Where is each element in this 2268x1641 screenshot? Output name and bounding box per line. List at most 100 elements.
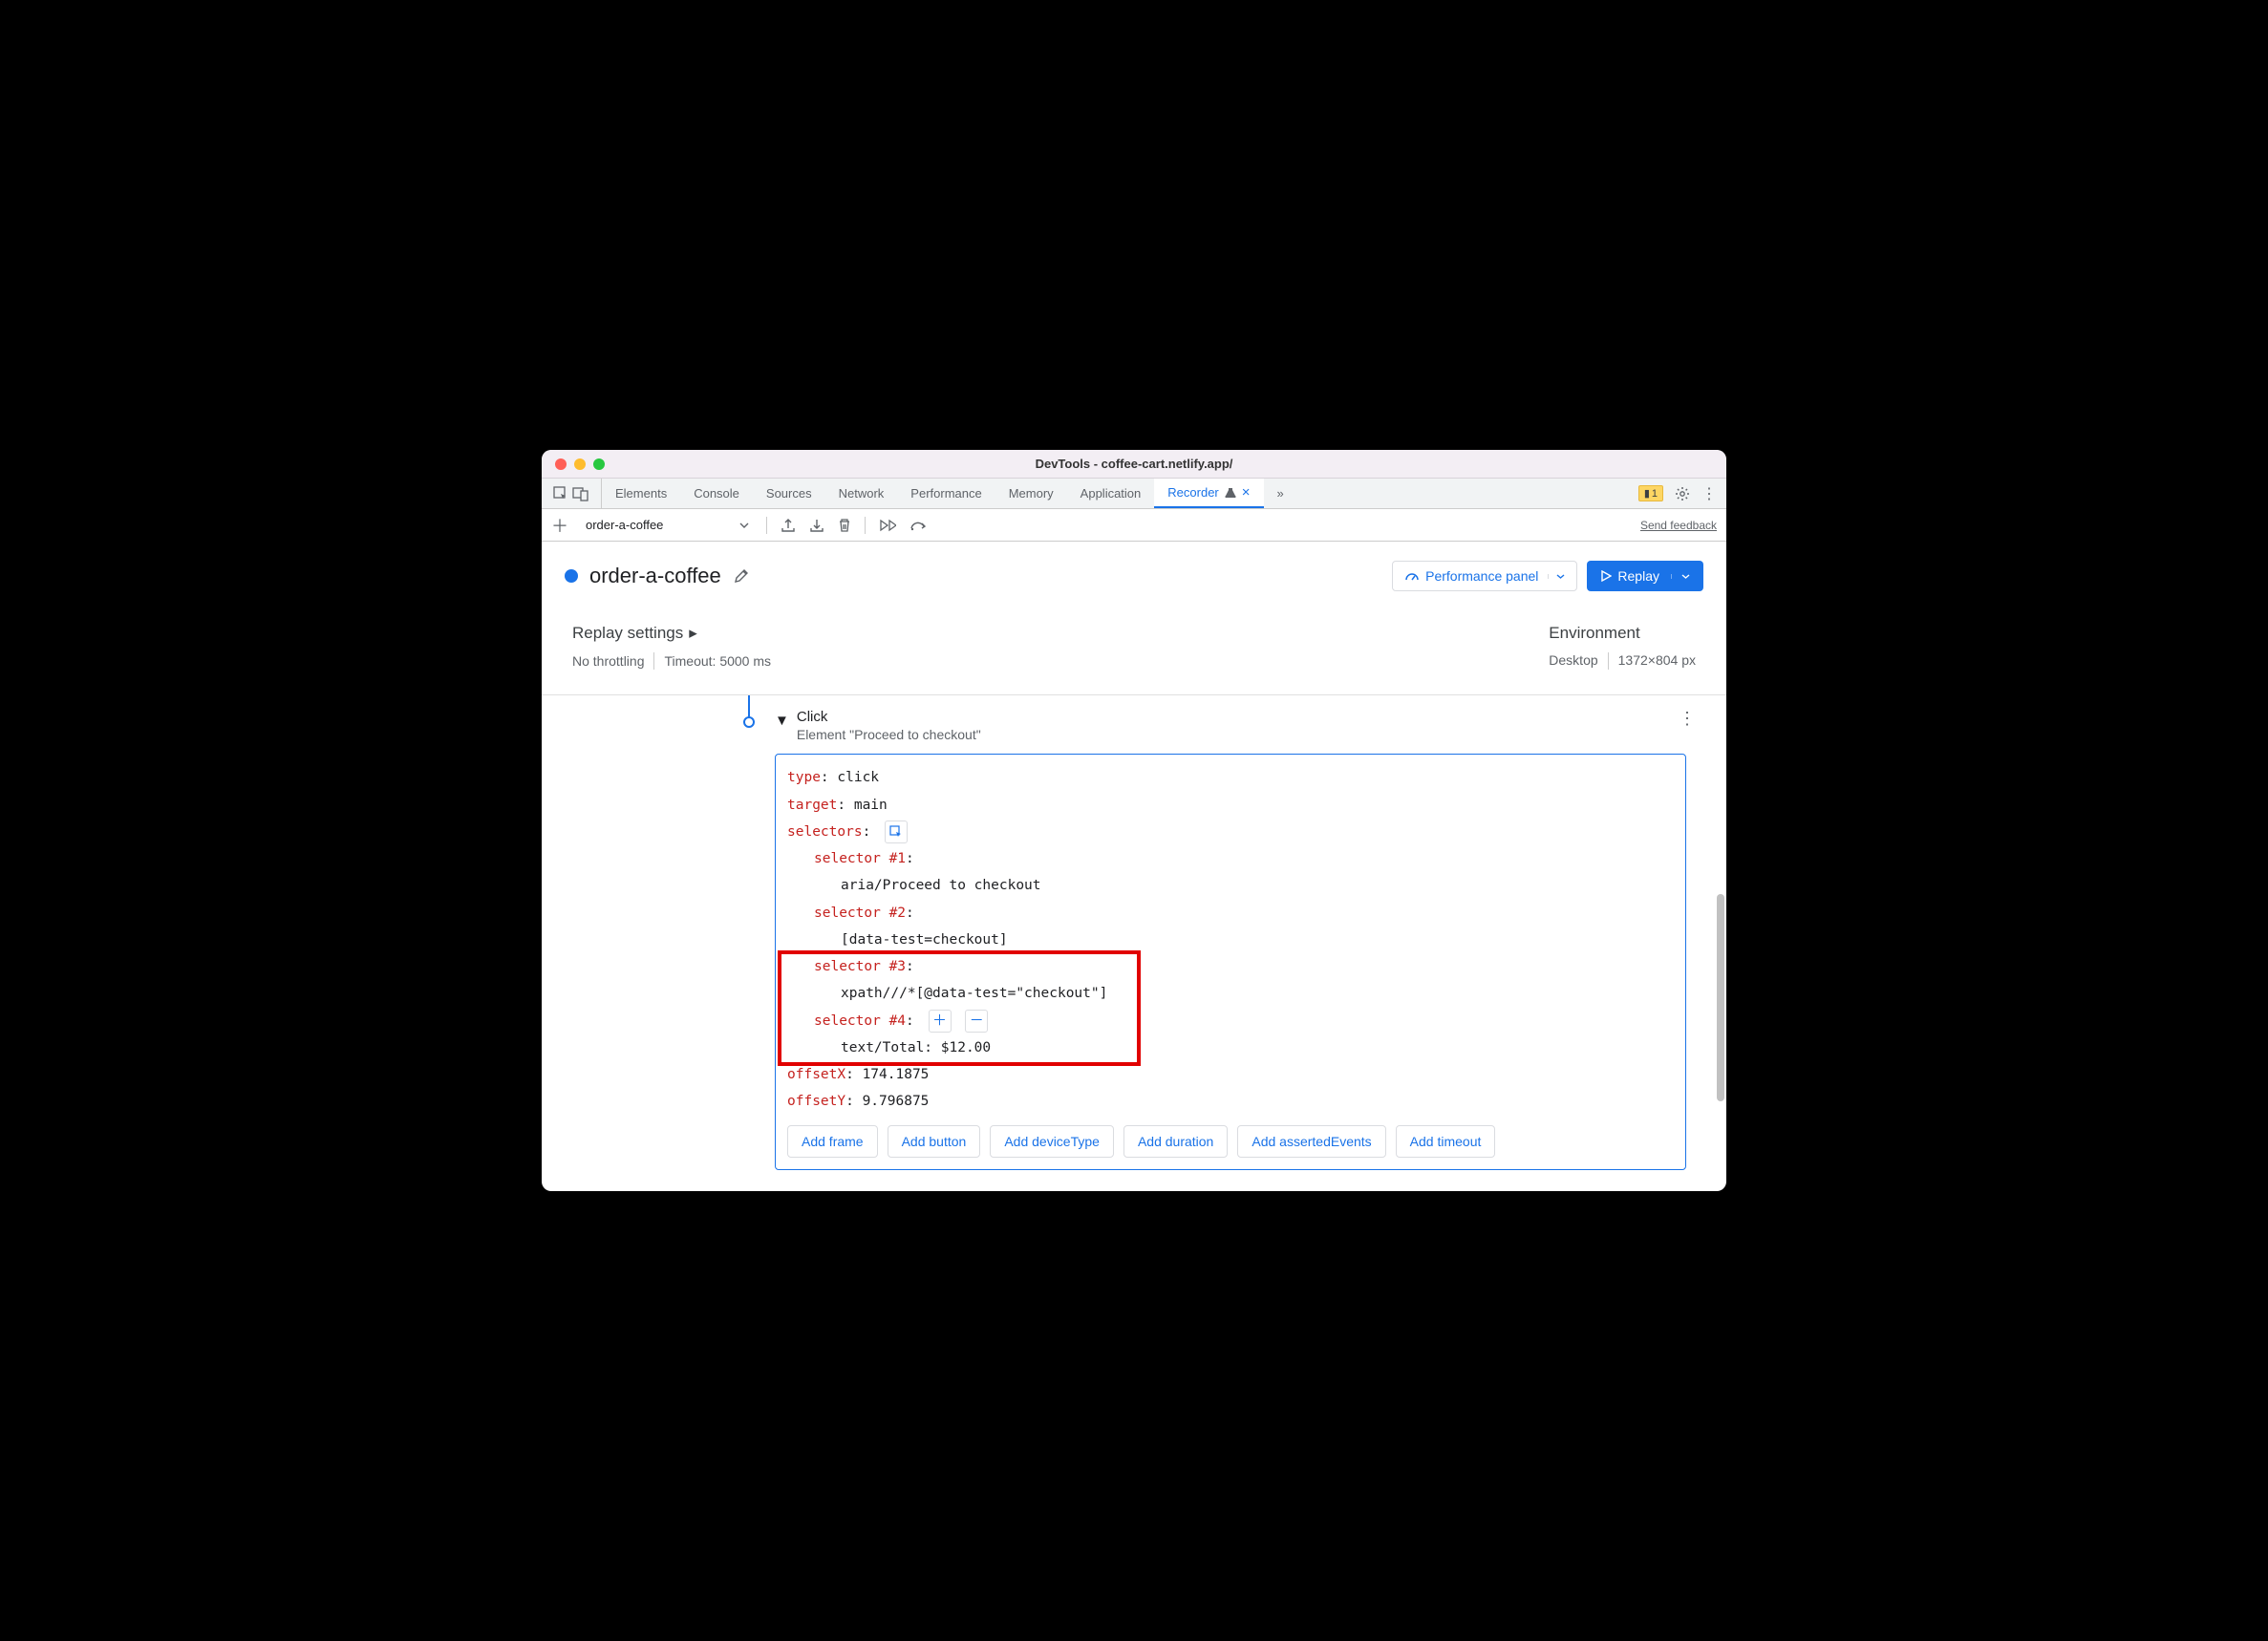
issues-badge[interactable]: ▮ 1: [1638, 485, 1663, 501]
replay-settings-meta: No throttling Timeout: 5000 ms: [572, 652, 771, 670]
environment-meta: Desktop 1372×804 px: [1549, 652, 1696, 670]
chevron-down-icon: ▼: [775, 713, 789, 729]
tab-recorder[interactable]: Recorder ×: [1154, 479, 1263, 508]
edit-name-icon[interactable]: [733, 567, 750, 585]
add-button-button[interactable]: Add button: [888, 1125, 981, 1158]
spacer: [775, 1170, 1715, 1191]
replay-settings-toggle[interactable]: Replay settings ▸: [572, 624, 771, 643]
step-content: ▼ Click Element "Proceed to checkout" ⋮ …: [775, 695, 1715, 1190]
remove-selector-button[interactable]: －: [965, 1010, 988, 1033]
scrollbar[interactable]: [1715, 695, 1724, 1190]
step-play-icon[interactable]: [879, 519, 896, 532]
replay-button-label: Replay: [1617, 568, 1659, 584]
timeout-value: Timeout: 5000 ms: [664, 653, 771, 669]
inspect-icon[interactable]: [553, 486, 568, 501]
separator: [766, 517, 767, 534]
issues-count: 1: [1652, 488, 1658, 500]
chevron-down-icon: [739, 522, 749, 528]
replay-button-caret[interactable]: [1671, 574, 1690, 579]
maximize-window-button[interactable]: [593, 458, 605, 470]
code-line: text/Total: $12.00: [787, 1034, 1674, 1061]
new-recording-button[interactable]: ＋: [551, 513, 568, 538]
delete-icon[interactable]: [838, 518, 851, 533]
code-line: target: main: [787, 792, 1674, 819]
element-picker-button[interactable]: [885, 820, 908, 843]
tab-application[interactable]: Application: [1067, 479, 1155, 508]
tab-close-icon[interactable]: ×: [1242, 484, 1251, 501]
code-line: selectors:: [787, 819, 1674, 845]
code-line: selector #1:: [787, 845, 1674, 872]
tab-network[interactable]: Network: [825, 479, 898, 508]
tab-console[interactable]: Console: [680, 479, 753, 508]
separator: [1608, 652, 1609, 670]
performance-panel-button[interactable]: Performance panel: [1392, 561, 1577, 591]
add-buttons-row: Add frame Add button Add deviceType Add …: [787, 1125, 1674, 1158]
toolbar-icon-group: [766, 517, 927, 534]
timeline-dot-icon: [743, 716, 755, 728]
step-header[interactable]: ▼ Click Element "Proceed to checkout" ⋮: [775, 709, 1715, 742]
tabbar-right: ▮ 1 ⋮: [1638, 484, 1726, 503]
scrollbar-thumb[interactable]: [1717, 894, 1724, 1102]
device-value: Desktop: [1549, 652, 1597, 670]
code-line: offsetX: 174.1875: [787, 1061, 1674, 1088]
step-area: ▼ Click Element "Proceed to checkout" ⋮ …: [542, 695, 1726, 1190]
flask-icon: [1225, 487, 1236, 499]
perf-button-caret[interactable]: [1548, 574, 1565, 579]
recording-dropdown-label: order-a-coffee: [586, 518, 663, 532]
add-duration-button[interactable]: Add duration: [1123, 1125, 1228, 1158]
step-over-icon[interactable]: [909, 520, 927, 531]
step-title: Click: [797, 709, 981, 725]
tab-memory[interactable]: Memory: [995, 479, 1067, 508]
warning-icon: ▮: [1644, 487, 1650, 500]
tabbar-left-tools: [542, 479, 602, 508]
add-devicetype-button[interactable]: Add deviceType: [990, 1125, 1114, 1158]
code-line: [data-test=checkout]: [787, 927, 1674, 953]
devtools-window: DevTools - coffee-cart.netlify.app/ Elem…: [542, 450, 1726, 1190]
import-icon[interactable]: [809, 518, 824, 533]
play-icon: [1600, 570, 1612, 582]
timeline-line: [748, 695, 750, 718]
traffic-lights: [542, 458, 605, 470]
chevron-right-icon: ▸: [689, 624, 697, 643]
more-menu-icon[interactable]: ⋮: [1701, 484, 1717, 503]
close-window-button[interactable]: [555, 458, 567, 470]
replay-settings: Replay settings ▸ No throttling Timeout:…: [572, 624, 771, 670]
recording-header: order-a-coffee Performance panel Replay: [542, 542, 1726, 610]
export-icon[interactable]: [781, 518, 796, 533]
code-line: selector #4: ＋ －: [787, 1008, 1674, 1034]
settings-row: Replay settings ▸ No throttling Timeout:…: [542, 610, 1726, 695]
replay-button[interactable]: Replay: [1587, 561, 1703, 591]
code-line: type: click: [787, 764, 1674, 791]
add-frame-button[interactable]: Add frame: [787, 1125, 878, 1158]
add-selector-button[interactable]: ＋: [929, 1010, 952, 1033]
tab-overflow[interactable]: »: [1264, 479, 1297, 508]
step-more-menu-icon[interactable]: ⋮: [1679, 709, 1698, 729]
tab-sources[interactable]: Sources: [753, 479, 825, 508]
add-timeout-button[interactable]: Add timeout: [1396, 1125, 1496, 1158]
code-line: aria/Proceed to checkout: [787, 872, 1674, 899]
separator: [653, 652, 654, 670]
recording-indicator-icon: [565, 569, 578, 583]
add-assertedevents-button[interactable]: Add assertedEvents: [1237, 1125, 1385, 1158]
settings-gear-icon[interactable]: [1675, 486, 1690, 501]
gauge-icon: [1404, 568, 1420, 584]
recording-title: order-a-coffee: [589, 564, 721, 588]
environment-title: Environment: [1549, 624, 1696, 643]
recorder-toolbar: ＋ order-a-coffee Send feedback: [542, 509, 1726, 542]
send-feedback-link[interactable]: Send feedback: [1640, 519, 1717, 532]
tab-performance[interactable]: Performance: [897, 479, 995, 508]
perf-button-label: Performance panel: [1425, 568, 1538, 584]
device-toggle-icon[interactable]: [572, 486, 589, 501]
throttling-value: No throttling: [572, 653, 644, 669]
code-line: selector #3:: [787, 953, 1674, 980]
minimize-window-button[interactable]: [574, 458, 586, 470]
tab-elements[interactable]: Elements: [602, 479, 680, 508]
step-code-box: type: click target: main selectors: sele…: [775, 754, 1686, 1169]
code-line: selector #2:: [787, 900, 1674, 927]
separator: [865, 517, 866, 534]
code-line: offsetY: 9.796875: [787, 1088, 1674, 1115]
window-titlebar: DevTools - coffee-cart.netlify.app/: [542, 450, 1726, 479]
recording-dropdown[interactable]: order-a-coffee: [578, 516, 757, 534]
panel-tabbar: Elements Console Sources Network Perform…: [542, 479, 1726, 509]
dimensions-value: 1372×804 px: [1618, 652, 1696, 670]
